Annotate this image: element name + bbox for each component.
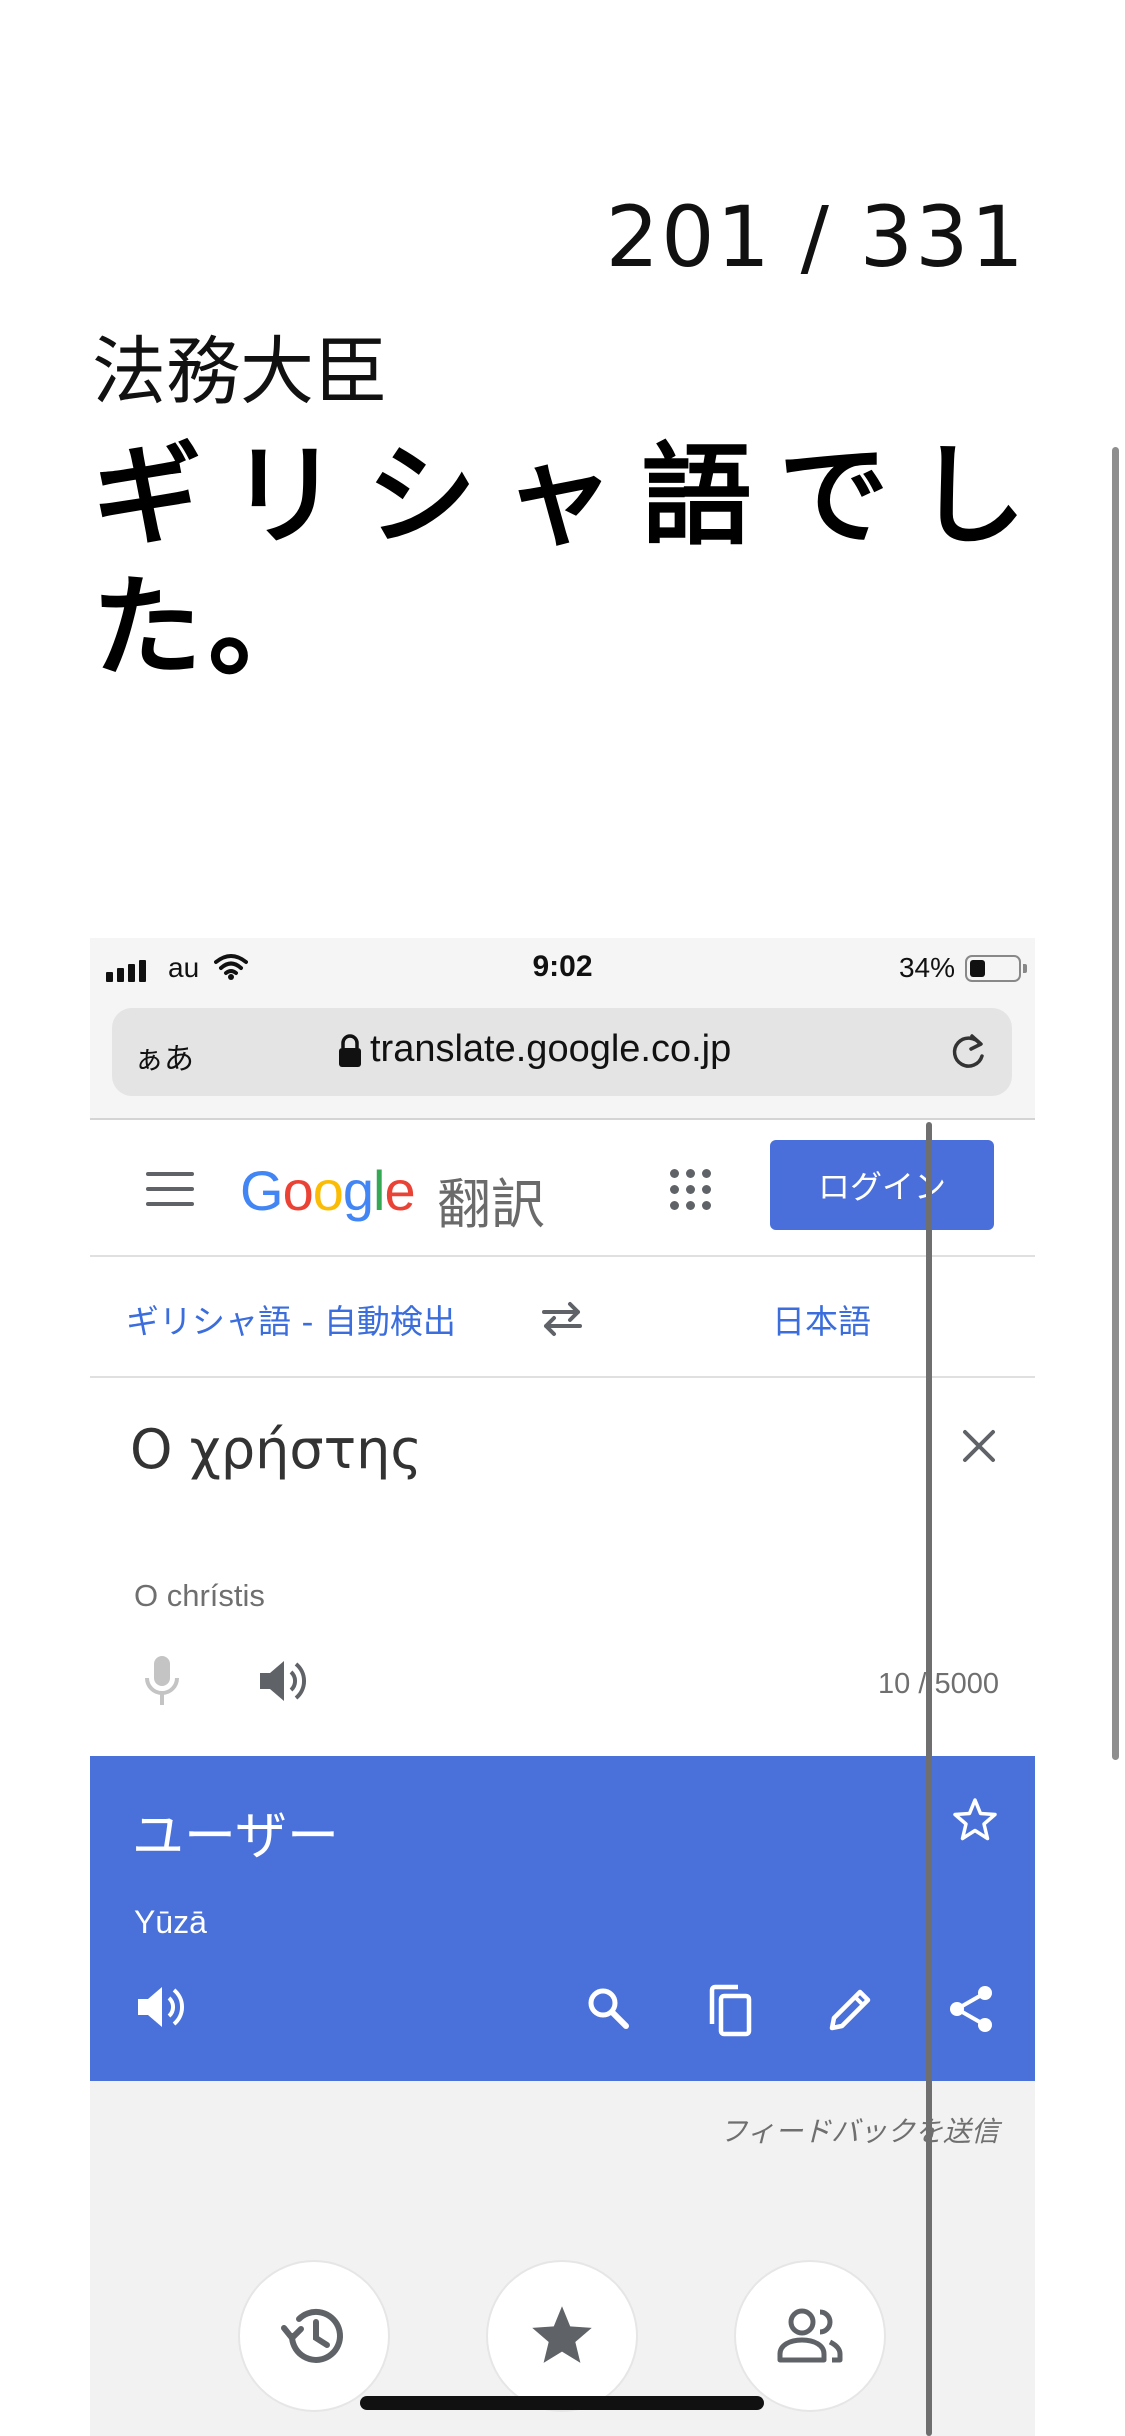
- swap-icon[interactable]: [538, 1299, 586, 1339]
- url-text[interactable]: translate.google.co.jp: [370, 1028, 731, 1071]
- article-headline: ギリシャ語でした。: [92, 432, 1032, 692]
- search-icon[interactable]: [584, 1984, 632, 2032]
- speaker-icon[interactable]: [136, 1984, 188, 2030]
- article-subtitle: 法務大臣: [92, 329, 388, 415]
- translation-result: ユーザー Yūzā: [90, 1756, 1035, 2081]
- history-button[interactable]: [238, 2260, 390, 2412]
- speaker-icon[interactable]: [258, 1658, 310, 1704]
- logo-suffix: 翻訳: [437, 1173, 545, 1236]
- source-input-area[interactable]: Ο χρήστης O chrístis 10 / 5000: [90, 1378, 1035, 1756]
- page-scrollbar[interactable]: [1112, 447, 1119, 1760]
- community-button[interactable]: [734, 2260, 886, 2412]
- embedded-scrollbar[interactable]: [926, 1122, 932, 2436]
- status-bar: au 9:02 34%: [90, 938, 1035, 1000]
- source-language-selector[interactable]: ギリシャ語 - 自動検出: [126, 1295, 456, 1343]
- battery-percent: 34%: [898, 952, 955, 983]
- community-icon: [777, 2308, 843, 2363]
- menu-icon[interactable]: [146, 1172, 194, 1208]
- saved-button[interactable]: [486, 2260, 638, 2412]
- source-transliteration: O chrístis: [134, 1578, 265, 1613]
- text-size-button[interactable]: ぁあ: [134, 1034, 194, 1078]
- language-bar: ギリシャ語 - 自動検出 日本語: [90, 1257, 1035, 1378]
- translation-transliteration: Yūzā: [134, 1904, 207, 1940]
- browser-toolbar: ぁあ translate.google.co.jp: [90, 1000, 1035, 1120]
- google-logo: Google: [240, 1159, 416, 1222]
- history-icon: [281, 2308, 343, 2363]
- target-language-selector[interactable]: 日本語: [772, 1295, 871, 1343]
- translation-text: ユーザー: [132, 1807, 339, 1867]
- character-count: 10 / 5000: [878, 1668, 999, 1700]
- status-time: 9:02: [532, 950, 593, 983]
- star-icon[interactable]: [951, 1796, 999, 1844]
- page-counter: 201 / 331: [605, 188, 1026, 286]
- login-button[interactable]: ログイン: [770, 1140, 994, 1230]
- address-bar[interactable]: ぁあ translate.google.co.jp: [112, 1008, 1012, 1096]
- app-header: Google 翻訳 ログイン: [90, 1120, 1035, 1257]
- copy-icon[interactable]: [704, 1984, 756, 2038]
- close-icon[interactable]: [961, 1428, 997, 1464]
- translate-app: Google 翻訳 ログイン ギリシャ語 - 自動検出 日本語 Ο χρήστη…: [90, 1120, 1035, 2436]
- send-feedback-link[interactable]: フィードバックを送信: [720, 2110, 999, 2150]
- battery-icon: [965, 955, 1027, 982]
- share-icon[interactable]: [946, 1984, 996, 2034]
- apps-icon[interactable]: [670, 1169, 711, 1210]
- source-text[interactable]: Ο χρήστης: [130, 1418, 422, 1481]
- mic-icon[interactable]: [142, 1654, 182, 1708]
- edit-icon[interactable]: [826, 1984, 876, 2034]
- saved-star-icon: [532, 2306, 592, 2363]
- lock-icon: [339, 1034, 361, 1067]
- reload-icon[interactable]: [946, 1030, 990, 1074]
- home-indicator[interactable]: [360, 2396, 764, 2410]
- embedded-screenshot: au 9:02 34% ぁあ translate.google.co.jp Go…: [90, 938, 1035, 2436]
